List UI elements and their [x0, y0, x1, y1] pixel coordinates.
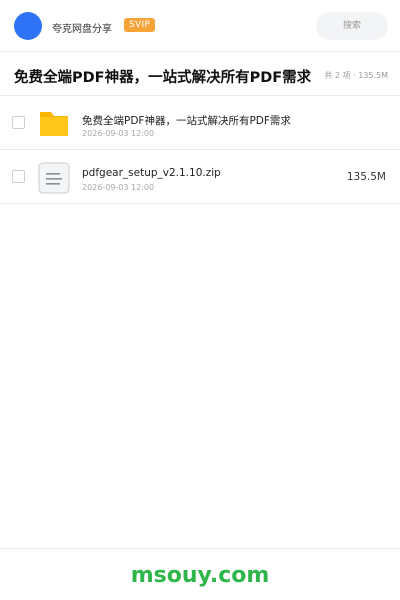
- share-page: 夸克网盘分享 SVIP 搜索 免费全端PDF神器，一站式解决所有PDF需求 共 …: [0, 0, 400, 600]
- share-summary: 共 2 项 · 135.5M: [324, 71, 388, 80]
- file-name[interactable]: pdfgear_setup_v2.1.10.zip: [82, 167, 221, 179]
- avatar[interactable]: [14, 12, 42, 40]
- file-date: 2026-09-03 12:00: [82, 183, 155, 192]
- list-item-file[interactable]: pdfgear_setup_v2.1.10.zip 2026-09-03 12:…: [0, 150, 400, 204]
- select-checkbox[interactable]: [12, 116, 25, 129]
- app-name: 夸克网盘分享: [52, 24, 112, 35]
- file-size: 135.5M: [346, 171, 386, 183]
- folder-icon: [40, 112, 68, 136]
- file-date: 2026-09-03 12:00: [82, 129, 155, 138]
- file-name[interactable]: 免费全端PDF神器，一站式解决所有PDF需求: [82, 113, 291, 128]
- footer-bar: msouy.com: [0, 548, 400, 600]
- share-title-row: 免费全端PDF神器，一站式解决所有PDF需求 共 2 项 · 135.5M: [0, 52, 400, 96]
- svip-badge: SVIP: [124, 18, 156, 32]
- zip-file-icon: [38, 162, 70, 194]
- top-header: 夸克网盘分享 SVIP 搜索: [0, 0, 400, 52]
- page-title: 免费全端PDF神器，一站式解决所有PDF需求: [14, 70, 312, 86]
- list-item-folder[interactable]: 免费全端PDF神器，一站式解决所有PDF需求 2026-09-03 12:00: [0, 96, 400, 150]
- select-checkbox[interactable]: [12, 170, 25, 183]
- watermark-text: msouy.com: [130, 563, 270, 588]
- search-button[interactable]: 搜索: [316, 12, 388, 40]
